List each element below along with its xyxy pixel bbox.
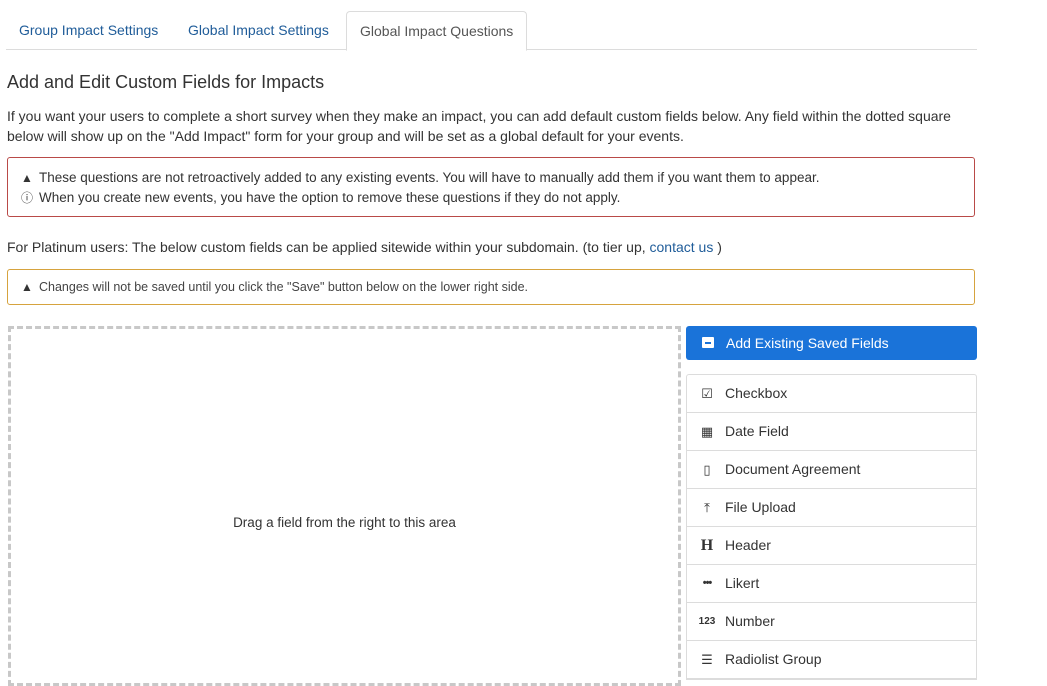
field-item-date-field[interactable]: ▦ Date Field: [687, 413, 976, 451]
warning-triangle-icon: ▲: [21, 171, 33, 185]
upload-icon: ⤒: [704, 500, 710, 515]
field-item-file-upload[interactable]: ⤒ File Upload: [687, 489, 976, 527]
field-item-likert[interactable]: ••• Likert: [687, 565, 976, 603]
tab-global-impact-questions[interactable]: Global Impact Questions: [346, 11, 528, 51]
field-label: Header: [725, 537, 771, 553]
platinum-text: For Platinum users: The below custom fie…: [7, 239, 646, 255]
field-label: Likert: [725, 575, 760, 591]
header-icon: H: [700, 537, 714, 554]
ellipsis-icon: •••: [702, 577, 713, 589]
dropzone-message: Drag a field from the right to this area: [233, 515, 456, 530]
page-title: Add and Edit Custom Fields for Impacts: [7, 72, 325, 92]
field-label: Date Field: [725, 423, 789, 439]
tab-global-impact-settings[interactable]: Global Impact Settings: [175, 11, 342, 49]
info-line: ⓘ When you create new events, you have th…: [20, 188, 962, 208]
field-label: Number: [725, 613, 775, 629]
warning-alert: ▲ These questions are not retroactively a…: [7, 157, 975, 217]
field-item-number[interactable]: 123 Number: [687, 603, 976, 641]
field-dropzone[interactable]: Drag a field from the right to this area: [8, 326, 681, 686]
info-circle-icon: ⓘ: [20, 191, 33, 205]
warning-line: ▲ These questions are not retroactively a…: [20, 168, 962, 188]
platinum-close: ): [717, 239, 722, 255]
platinum-note: For Platinum users: The below custom fie…: [7, 239, 722, 255]
archive-icon: [702, 337, 714, 348]
number-icon: 123: [698, 616, 716, 627]
document-icon: ▯: [703, 462, 711, 477]
warning-text: These questions are not retroactively ad…: [39, 170, 820, 185]
tab-bar: Group Impact Settings Global Impact Sett…: [6, 11, 977, 51]
calendar-icon: ▦: [700, 424, 714, 439]
save-notice-text: Changes will not be saved until you clic…: [39, 280, 529, 294]
list-icon: ☰: [701, 652, 713, 667]
checkbox-icon: ☑: [701, 386, 713, 401]
field-label: File Upload: [725, 499, 796, 515]
tab-group-impact-settings[interactable]: Group Impact Settings: [6, 11, 171, 49]
field-item-document-agreement[interactable]: ▯ Document Agreement: [687, 451, 976, 489]
save-notice-alert: ▲ Changes will not be saved until you cli…: [7, 269, 975, 305]
contact-us-link[interactable]: contact us: [650, 239, 714, 255]
intro-text: If you want your users to complete a sho…: [7, 108, 951, 144]
field-item-header[interactable]: H Header: [687, 527, 976, 565]
field-item-radiolist-group[interactable]: ☰ Radiolist Group: [687, 641, 976, 679]
add-existing-label: Add Existing Saved Fields: [726, 335, 889, 351]
field-item-checkbox[interactable]: ☑ Checkbox: [687, 375, 976, 413]
field-type-list: ☑ Checkbox ▦ Date Field ▯ Document Agree…: [686, 374, 977, 680]
info-text: When you create new events, you have the…: [39, 190, 621, 205]
warning-triangle-icon: ▲: [21, 280, 33, 294]
field-label: Document Agreement: [725, 461, 861, 477]
add-existing-saved-fields-button[interactable]: Add Existing Saved Fields: [686, 326, 977, 360]
field-label: Checkbox: [725, 385, 788, 401]
field-label: Radiolist Group: [725, 651, 822, 667]
